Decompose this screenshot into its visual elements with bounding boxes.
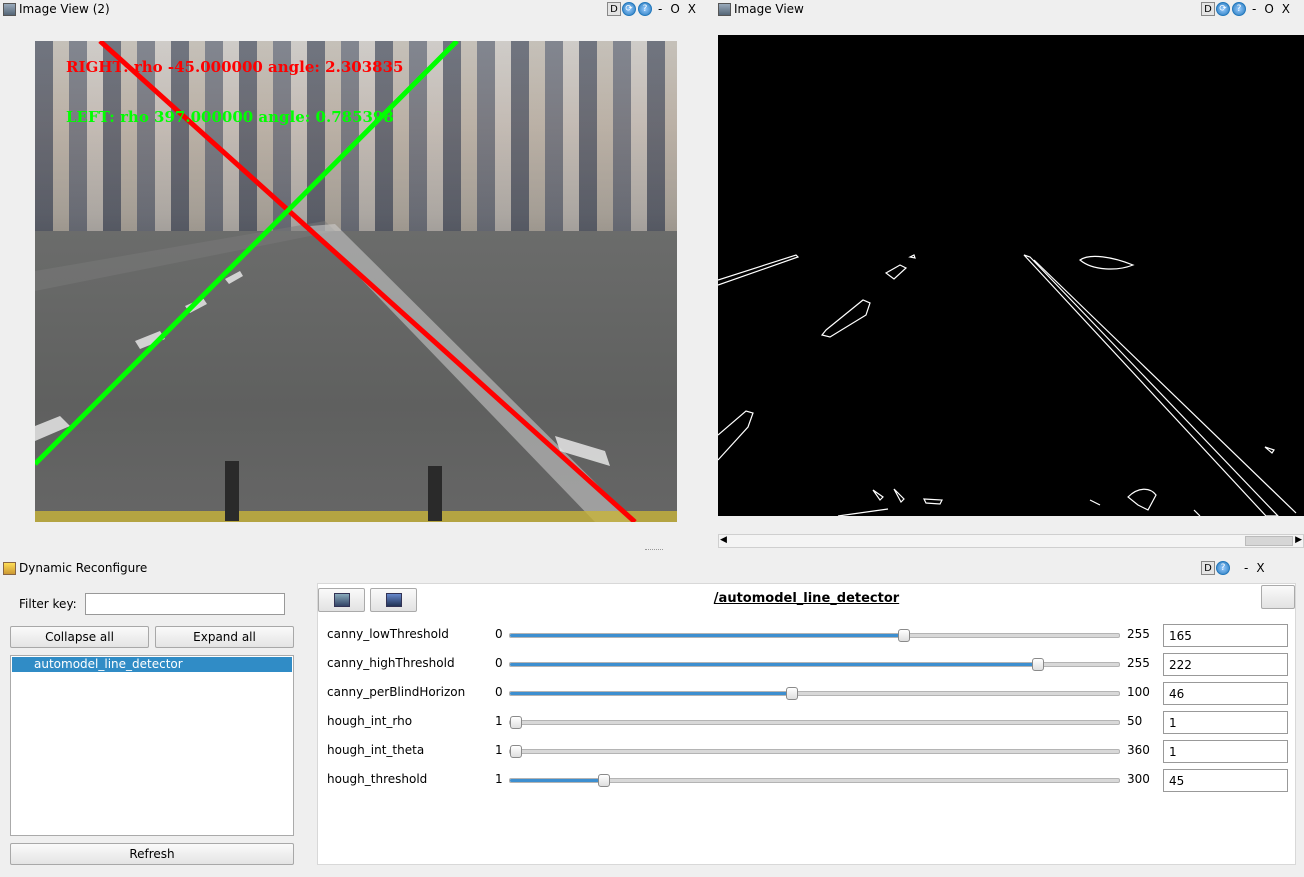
- param-max: 255: [1127, 627, 1150, 641]
- filter-key-label: Filter key:: [19, 597, 77, 611]
- param-name: canny_highThreshold: [327, 656, 455, 670]
- param-min: 1: [495, 714, 503, 728]
- param-max: 100: [1127, 685, 1150, 699]
- dynamic-reconfigure-titlebar: Dynamic Reconfigure: [0, 559, 147, 577]
- slider-fill: [510, 663, 1038, 666]
- image-view-2-controls: D ⟳ ? - O X: [607, 0, 700, 18]
- dock-d-button[interactable]: D: [1201, 561, 1215, 575]
- image-view-icon: [3, 2, 16, 16]
- dynamic-reconfigure-title: Dynamic Reconfigure: [19, 561, 148, 575]
- minimize-button[interactable]: -: [1252, 2, 1256, 16]
- image-view-2-titlebar: Image View (2): [0, 0, 110, 18]
- param-slider[interactable]: [509, 629, 1120, 642]
- close-button[interactable]: X: [1256, 561, 1264, 575]
- minimize-button[interactable]: -: [658, 2, 662, 16]
- image-view-title: Image View: [734, 2, 804, 16]
- param-value-input[interactable]: 1: [1163, 740, 1288, 763]
- help-icon[interactable]: ?: [638, 2, 652, 16]
- param-value-input[interactable]: 222: [1163, 653, 1288, 676]
- param-max: 360: [1127, 743, 1150, 757]
- slider-handle[interactable]: [786, 687, 798, 700]
- param-min: 1: [495, 772, 503, 786]
- dock-d-button[interactable]: D: [1201, 2, 1215, 16]
- slider-fill: [510, 692, 792, 695]
- param-min: 0: [495, 627, 503, 641]
- edit-icon: [3, 561, 16, 575]
- help-icon[interactable]: ?: [1216, 561, 1230, 575]
- node-tree[interactable]: automodel_line_detector: [10, 655, 294, 836]
- param-max: 300: [1127, 772, 1150, 786]
- param-value-input[interactable]: 45: [1163, 769, 1288, 792]
- image-view-2-title: Image View (2): [19, 2, 110, 16]
- param-name: hough_int_rho: [327, 714, 413, 728]
- slider-fill: [510, 779, 604, 782]
- param-min: 1: [495, 743, 503, 757]
- param-value-input[interactable]: 1: [1163, 711, 1288, 734]
- tree-item-automodel-line-detector[interactable]: automodel_line_detector: [12, 657, 292, 672]
- param-value-input[interactable]: 46: [1163, 682, 1288, 705]
- param-slider[interactable]: [509, 658, 1120, 671]
- param-row-canny_lowThreshold: canny_lowThreshold 0 255 165: [318, 624, 1297, 647]
- minimize-button[interactable]: -: [1244, 561, 1248, 575]
- slider-fill: [510, 634, 904, 637]
- help-icon[interactable]: ?: [1232, 2, 1246, 16]
- param-max: 255: [1127, 656, 1150, 670]
- param-name: hough_threshold: [327, 772, 428, 786]
- param-slider[interactable]: [509, 687, 1120, 700]
- car-bumper: [35, 511, 677, 522]
- car-post-left: [225, 461, 239, 521]
- edge-image: [717, 35, 1304, 517]
- param-name: canny_lowThreshold: [327, 627, 449, 641]
- slider-handle[interactable]: [510, 716, 522, 729]
- filter-key-input[interactable]: [85, 593, 285, 615]
- dynamic-reconfigure-controls: D ? - X: [1201, 559, 1269, 577]
- dock-d-button[interactable]: D: [607, 2, 621, 16]
- param-min: 0: [495, 656, 503, 670]
- right-line-readout: RIGHT: rho -45.000000 angle: 2.303835: [66, 58, 404, 76]
- float-button[interactable]: O: [670, 2, 679, 16]
- edge-view-hscrollbar[interactable]: ◀ ▶: [718, 534, 1304, 548]
- refresh-button[interactable]: Refresh: [10, 843, 294, 865]
- collapse-all-button[interactable]: Collapse all: [10, 626, 149, 648]
- image-view-icon: [718, 2, 731, 16]
- refresh-icon[interactable]: ⟳: [1216, 2, 1230, 16]
- slider-handle[interactable]: [898, 629, 910, 642]
- param-name: hough_int_theta: [327, 743, 425, 757]
- slider-handle[interactable]: [510, 745, 522, 758]
- param-slider[interactable]: [509, 774, 1120, 787]
- scroll-left-arrow-icon[interactable]: ◀: [720, 535, 727, 545]
- left-lane-line: [35, 41, 459, 466]
- float-button[interactable]: O: [1264, 2, 1273, 16]
- param-row-hough_int_rho: hough_int_rho 1 50 1: [318, 711, 1297, 734]
- image-view-titlebar: Image View: [715, 0, 804, 18]
- left-line-readout: LEFT: rho 397.000000 angle: 0.785398: [66, 108, 394, 126]
- param-slider[interactable]: [509, 716, 1120, 729]
- close-button[interactable]: X: [1282, 2, 1290, 16]
- slider-handle[interactable]: [598, 774, 610, 787]
- param-value-input[interactable]: 165: [1163, 624, 1288, 647]
- slider-handle[interactable]: [1032, 658, 1044, 671]
- edge-contours: [717, 254, 1297, 517]
- scroll-right-arrow-icon[interactable]: ▶: [1295, 535, 1302, 545]
- car-post-right: [428, 466, 442, 521]
- param-max: 50: [1127, 714, 1143, 728]
- close-button[interactable]: X: [688, 2, 696, 16]
- param-row-canny_highThreshold: canny_highThreshold 0 255 222: [318, 653, 1297, 676]
- node-name: /automodel_line_detector: [713, 591, 900, 606]
- param-name: canny_perBlindHorizon: [327, 685, 466, 699]
- splitter-handle[interactable]: [645, 549, 663, 552]
- param-slider[interactable]: [509, 745, 1120, 758]
- param-row-canny_perBlindHorizon: canny_perBlindHorizon 0 100 46: [318, 682, 1297, 705]
- image-view-controls: D ⟳ ? - O X: [1201, 0, 1294, 18]
- param-min: 0: [495, 685, 503, 699]
- param-row-hough_threshold: hough_threshold 1 300 45: [318, 769, 1297, 792]
- scrollbar-thumb[interactable]: [1245, 536, 1293, 546]
- camera-image: RIGHT: rho -45.000000 angle: 2.303835 LE…: [35, 41, 677, 522]
- param-row-hough_int_theta: hough_int_theta 1 360 1: [318, 740, 1297, 763]
- parameter-panel: /automodel_line_detector canny_lowThresh…: [317, 583, 1296, 865]
- refresh-icon[interactable]: ⟳: [622, 2, 636, 16]
- expand-all-button[interactable]: Expand all: [155, 626, 294, 648]
- close-node-button[interactable]: [1261, 585, 1295, 609]
- road-edge-left: [35, 221, 335, 291]
